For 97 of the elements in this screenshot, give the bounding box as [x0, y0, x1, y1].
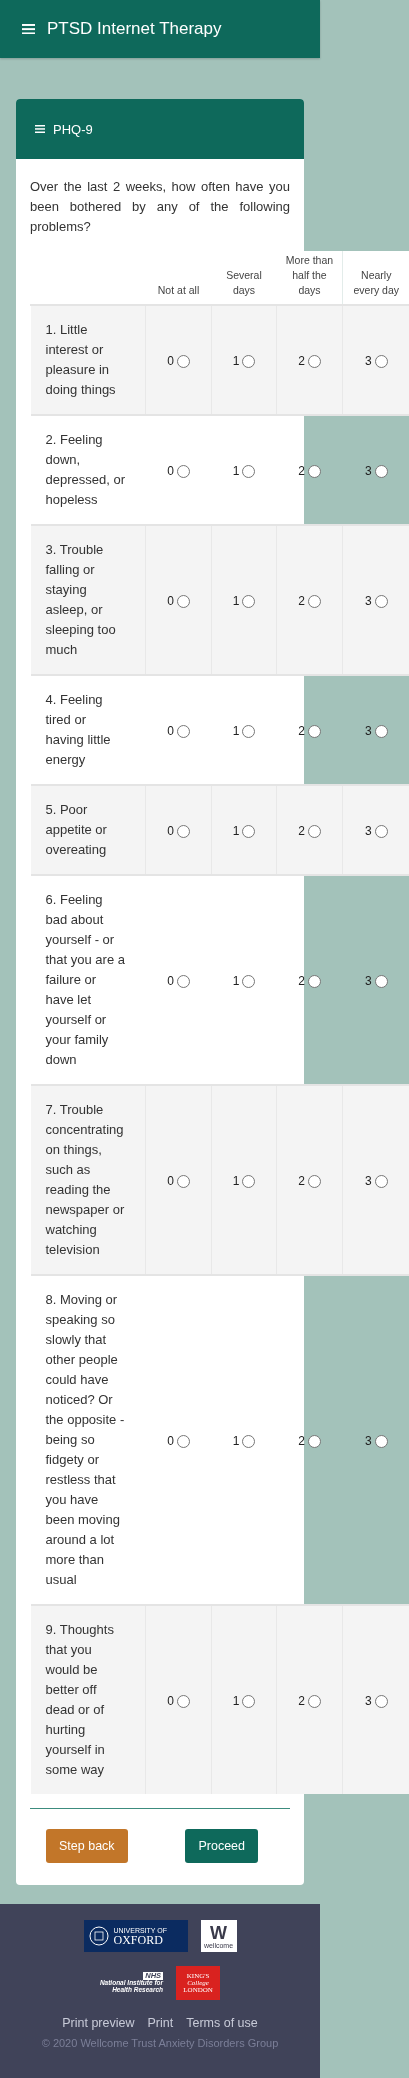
copyright-text: © 2020 Wellcome Trust Anxiety Disorders Group: [41, 2037, 279, 2049]
crest-icon: [88, 1926, 109, 1946]
logo-text: W: [210, 1923, 227, 1942]
menu-icon[interactable]: [22, 23, 35, 35]
radio-button[interactable]: [307, 724, 321, 738]
answer-option[interactable]: 3: [364, 974, 388, 988]
card-title: PHQ-9: [53, 121, 93, 137]
answer-option[interactable]: 3: [364, 464, 388, 478]
radio-button[interactable]: [176, 724, 190, 738]
footer-link[interactable]: Terms of use: [186, 2016, 258, 2030]
answer-option[interactable]: 1: [232, 824, 256, 838]
answer-option[interactable]: 1: [232, 594, 256, 608]
radio-button[interactable]: [374, 1694, 388, 1708]
radio-button[interactable]: [374, 974, 388, 988]
answer-option[interactable]: 2: [298, 724, 321, 738]
question-text: 7. Trouble concentrating on things, such as reading the newspaper or watching television: [30, 1085, 146, 1275]
radio-button[interactable]: [242, 1174, 256, 1188]
radio-button[interactable]: [242, 594, 256, 608]
radio-button[interactable]: [176, 824, 190, 838]
answer-option[interactable]: 3: [364, 354, 388, 368]
answer-option[interactable]: 2: [298, 824, 321, 838]
question-text: 1. Little interest or pleasure in doing things: [30, 305, 146, 415]
answer-option[interactable]: 0: [167, 724, 190, 738]
answer-option[interactable]: 2: [298, 1694, 321, 1708]
proceed-button[interactable]: Proceed: [185, 1829, 258, 1863]
answer-option[interactable]: 3: [364, 724, 388, 738]
answer-option[interactable]: 0: [167, 974, 190, 988]
answer-option[interactable]: 0: [167, 824, 190, 838]
radio-button[interactable]: [307, 824, 321, 838]
answer-option[interactable]: 2: [298, 464, 321, 478]
radio-button[interactable]: [374, 1434, 388, 1448]
radio-button[interactable]: [374, 464, 388, 478]
radio-button[interactable]: [242, 464, 256, 478]
question-text: 9. Thoughts that you would be better off dead or of hurting yourself in some way: [30, 1605, 146, 1794]
radio-button[interactable]: [307, 594, 321, 608]
answer-option[interactable]: 1: [232, 1434, 256, 1448]
answer-option[interactable]: 0: [167, 354, 190, 368]
answer-option[interactable]: 3: [364, 1174, 388, 1188]
answer-option[interactable]: 0: [167, 1694, 190, 1708]
radio-button[interactable]: [242, 354, 256, 368]
question-text: 3. Trouble falling or staying asleep, or sleeping too much: [30, 525, 146, 675]
column-header: Nearly every day: [342, 251, 409, 305]
question-text: 6. Feeling bad about yourself - or that you are a failure or have let yourself or your family down: [30, 875, 146, 1085]
question-text: 2. Feeling down, depressed, or hopeless: [30, 415, 146, 525]
answer-option[interactable]: 1: [232, 724, 256, 738]
radio-button[interactable]: [307, 464, 321, 478]
footer-link[interactable]: Print preview: [62, 2016, 135, 2030]
radio-button[interactable]: [374, 1174, 388, 1188]
answer-option[interactable]: 3: [364, 1434, 388, 1448]
radio-button[interactable]: [176, 1694, 190, 1708]
answer-option[interactable]: 2: [298, 1174, 321, 1188]
answer-option[interactable]: 2: [298, 594, 321, 608]
radio-button[interactable]: [242, 974, 256, 988]
column-header: More than half the days: [276, 251, 343, 305]
radio-button[interactable]: [242, 724, 256, 738]
radio-button[interactable]: [176, 464, 190, 478]
radio-button[interactable]: [242, 1434, 256, 1448]
radio-button[interactable]: [176, 354, 190, 368]
answer-option[interactable]: 2: [298, 354, 321, 368]
answer-option[interactable]: 1: [232, 354, 256, 368]
answer-option[interactable]: 3: [364, 1694, 388, 1708]
radio-button[interactable]: [242, 824, 256, 838]
radio-button[interactable]: [307, 354, 321, 368]
answer-option[interactable]: 2: [298, 974, 321, 988]
question-intro: Over the last 2 weeks, how often have you been bothered by any of the following problems?: [30, 178, 290, 236]
radio-button[interactable]: [374, 724, 388, 738]
answer-option[interactable]: 3: [364, 824, 388, 838]
answer-option[interactable]: 2: [298, 1434, 321, 1448]
answer-option[interactable]: 1: [232, 974, 256, 988]
question-text: 8. Moving or speaking so slowly that other people could have noticed? Or the opposite - being so fidgety or restless that you have been moving around a lot more than usual: [30, 1275, 146, 1605]
app-title: PTSD Internet Therapy: [47, 19, 222, 39]
radio-button[interactable]: [374, 354, 388, 368]
radio-button[interactable]: [176, 1434, 190, 1448]
radio-button[interactable]: [307, 1694, 321, 1708]
answer-option[interactable]: 1: [232, 464, 256, 478]
radio-button[interactable]: [307, 1434, 321, 1448]
radio-button[interactable]: [374, 594, 388, 608]
radio-button[interactable]: [176, 974, 190, 988]
question-text: 4. Feeling tired or having little energy: [30, 675, 146, 785]
answer-option[interactable]: 3: [364, 594, 388, 608]
answer-option[interactable]: 0: [167, 464, 190, 478]
radio-button[interactable]: [242, 1694, 256, 1708]
answer-option[interactable]: 0: [167, 594, 190, 608]
answer-option[interactable]: 0: [167, 1434, 190, 1448]
menu-icon[interactable]: [35, 125, 45, 133]
radio-button[interactable]: [307, 1174, 321, 1188]
answer-option[interactable]: 1: [232, 1694, 256, 1708]
answer-option[interactable]: 1: [232, 1174, 256, 1188]
logo-text: OXFORD: [113, 1933, 163, 1946]
radio-button[interactable]: [176, 1174, 190, 1188]
answer-option[interactable]: 0: [167, 1174, 190, 1188]
question-text: 5. Poor appetite or overeating: [30, 785, 146, 875]
footer-link[interactable]: Print: [147, 2016, 174, 2030]
radio-button[interactable]: [374, 824, 388, 838]
back-button[interactable]: Step back: [46, 1829, 128, 1863]
radio-button[interactable]: [176, 594, 190, 608]
radio-button[interactable]: [307, 974, 321, 988]
